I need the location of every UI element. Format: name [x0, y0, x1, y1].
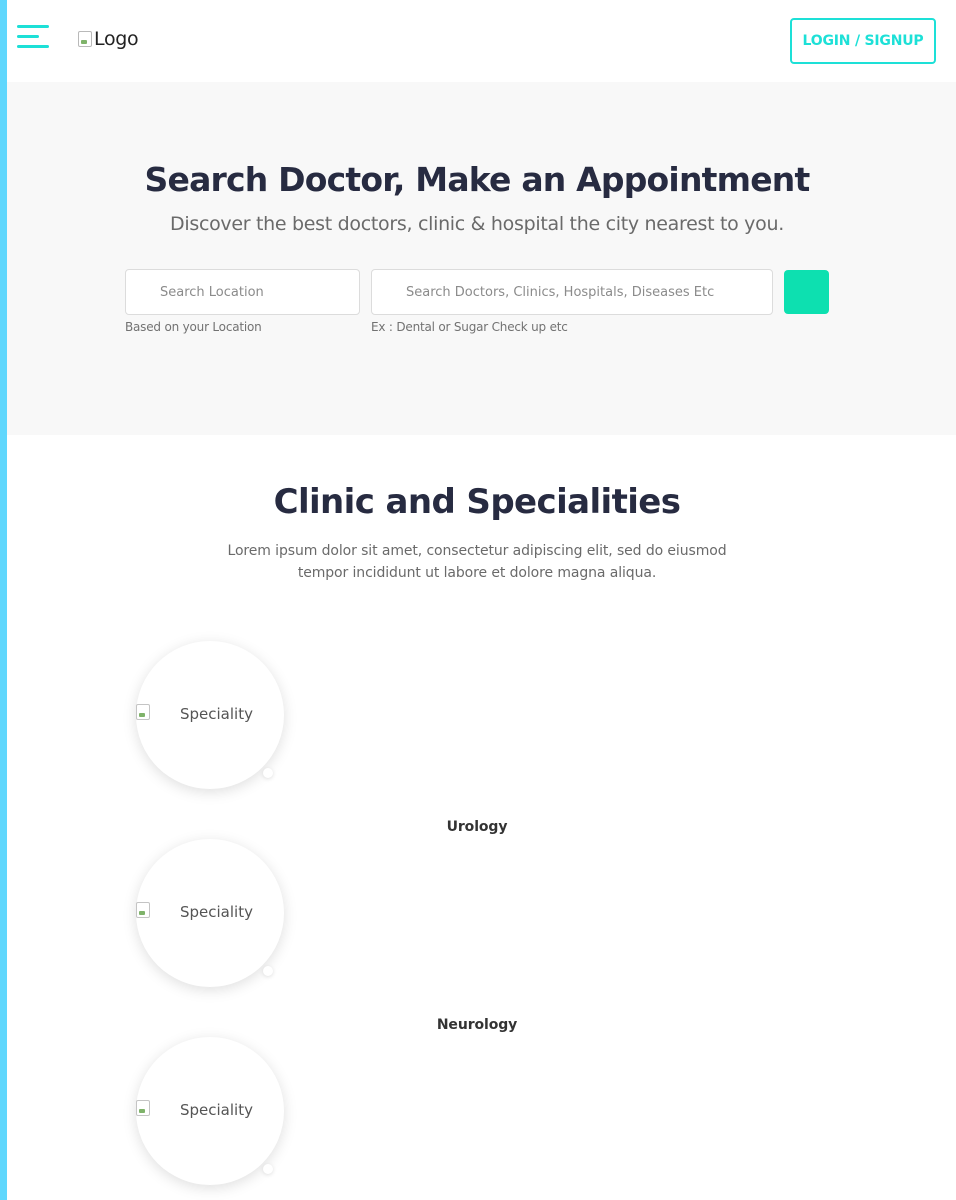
circle-dot	[263, 768, 273, 778]
speciality-image-circle[interactable]: Speciality	[136, 641, 284, 789]
speciality-image-circle[interactable]: Speciality	[136, 839, 284, 987]
login-signup-button[interactable]: LOGIN / SIGNUP	[790, 18, 936, 64]
specialities-description: Lorem ipsum dolor sit amet, consectetur …	[200, 540, 754, 584]
broken-image-icon	[136, 1100, 150, 1116]
hero-subtitle: Discover the best doctors, clinic & hosp…	[170, 213, 784, 235]
location-search-input[interactable]	[125, 269, 360, 315]
logo[interactable]: Logo	[78, 28, 139, 50]
speciality-image-alt: Speciality	[180, 705, 253, 723]
specialities-title: Clinic and Specialities	[273, 482, 681, 522]
broken-image-icon	[136, 902, 150, 918]
speciality-image: Speciality	[136, 1100, 253, 1119]
description-line: tempor incididunt ut labore et dolore ma…	[297, 565, 657, 581]
speciality-image-circle[interactable]: Speciality	[136, 1037, 284, 1185]
speciality-image: Speciality	[136, 902, 253, 921]
hamburger-menu-icon[interactable]	[17, 25, 49, 51]
doctor-search-input[interactable]	[371, 269, 773, 315]
logo-alt-text: Logo	[94, 28, 139, 50]
broken-image-icon	[136, 704, 150, 720]
menu-line	[17, 45, 49, 48]
description-line: Lorem ipsum dolor sit amet, consectetur …	[227, 543, 727, 559]
search-button[interactable]	[784, 270, 829, 314]
broken-image-icon	[78, 31, 92, 47]
left-edge-strip	[0, 0, 7, 1200]
menu-line	[17, 35, 39, 38]
search-hero: Search Doctor, Make an Appointment Disco…	[7, 82, 956, 435]
hero-title: Search Doctor, Make an Appointment	[144, 160, 811, 199]
circle-dot	[263, 966, 273, 976]
circle-dot	[263, 1164, 273, 1174]
speciality-name[interactable]: Neurology	[7, 1017, 947, 1033]
menu-line	[17, 25, 49, 28]
speciality-name[interactable]: Urology	[7, 819, 947, 835]
speciality-image-alt: Speciality	[180, 1101, 253, 1119]
site-header: Logo LOGIN / SIGNUP	[7, 0, 956, 82]
query-hint: Ex : Dental or Sugar Check up etc	[371, 320, 568, 334]
speciality-image-alt: Speciality	[180, 903, 253, 921]
speciality-image: Speciality	[136, 704, 253, 723]
location-hint: Based on your Location	[125, 320, 262, 334]
